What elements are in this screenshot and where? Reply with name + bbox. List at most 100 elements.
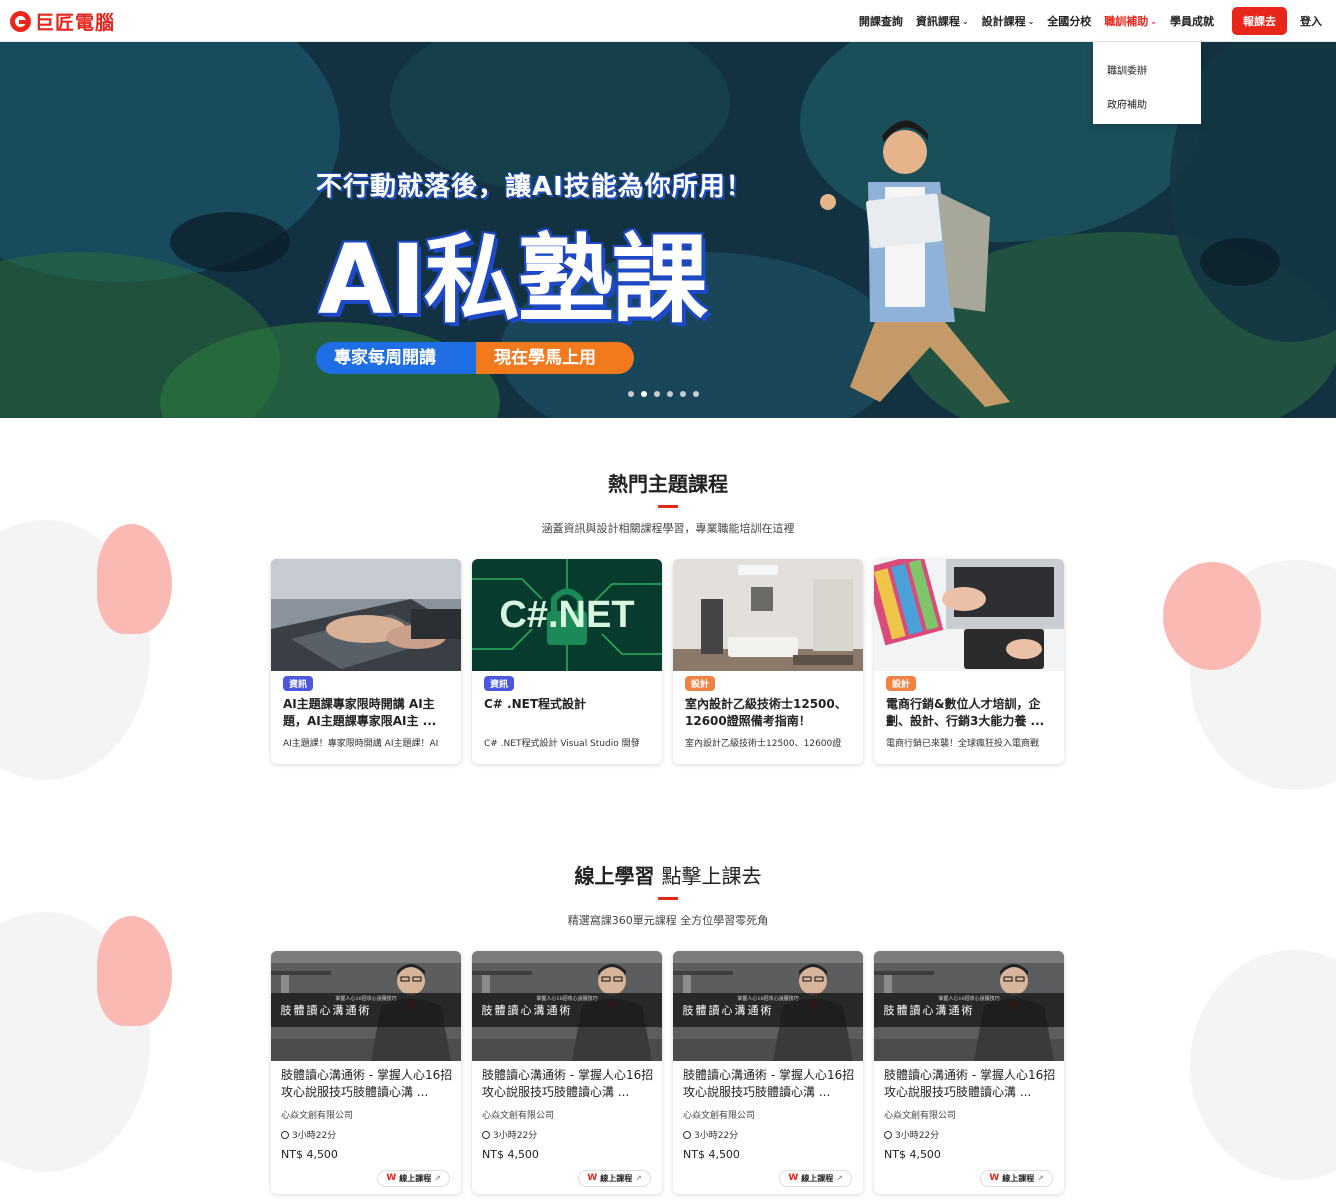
course-card[interactable]: C#.NET 資訊 C# .NET程式設計 C# .NET程式設計 Visual… <box>472 559 662 764</box>
online-course-button[interactable]: W 線上課程 ↗ <box>980 1170 1053 1187</box>
course-image-laptop-typing <box>271 559 461 671</box>
course-company: 心焱文創有限公司 <box>482 1111 555 1121</box>
site-header: 巨匠電腦 開課查詢 資訊課程 ⌄ 設計課程 ⌄ 全國分校 職訓補助 ⌄ 學員成就 報課… <box>0 0 1336 42</box>
thumbnail-title: 肢體讀心溝通術 <box>481 1004 573 1017</box>
course-duration: 3小時22分 <box>683 1128 738 1141</box>
dropdown-item-commissioned-training[interactable]: 職訓委辦 <box>1107 62 1187 96</box>
hero-subtitle: 不行動就落後，讓AI技能為你所用！ <box>316 172 753 202</box>
carousel-dot[interactable] <box>628 391 634 397</box>
course-title: 電商行銷&數位人才培訓，企劃、設計、行銷3大能力養 ... <box>886 697 1045 728</box>
enroll-button[interactable]: 報課去 <box>1232 7 1287 35</box>
nav-design-courses[interactable]: 設計課程 ⌄ <box>982 13 1035 29</box>
carousel-dot[interactable] <box>693 391 699 397</box>
thumbnail-subtitle: 掌握人心16招攻心說服技巧 <box>536 996 598 1002</box>
course-duration: 3小時22分 <box>482 1128 537 1141</box>
course-thumbnail: 掌握人心16招攻心說服技巧 肢體讀心溝通術 <box>874 951 1064 1061</box>
nav-course-search[interactable]: 開課查詢 <box>859 13 903 29</box>
online-title-light: 點擊上課去 <box>661 864 762 888</box>
category-tag: 設計 <box>886 676 917 691</box>
thumbnail-title: 肢體讀心溝通術 <box>280 1004 372 1017</box>
course-description: C# .NET程式設計 Visual Studio 開發 <box>484 739 640 749</box>
course-price: NT$ 4,500 <box>884 1148 941 1161</box>
course-title: 肢體讀心溝通術 - 掌握人心16招攻心說服技巧肢體讀心溝 ... <box>281 1068 453 1099</box>
image-text-csharp: C#.NET <box>499 594 634 636</box>
course-title: 室內設計乙級技術士12500、12600證照備考指南！ <box>685 697 847 728</box>
hot-section-title: 熱門主題課程 <box>608 472 728 496</box>
chevron-down-icon: ⌄ <box>961 16 969 26</box>
category-tag: 設計 <box>685 676 716 691</box>
external-link-icon: ↗ <box>1037 1174 1044 1183</box>
course-duration: 3小時22分 <box>281 1128 336 1141</box>
online-course-cards: 掌握人心16招攻心說服技巧 肢體讀心溝通術 肢體讀心溝通術 - 掌握人心16招攻… <box>271 951 1064 1194</box>
nav-training-subsidy[interactable]: 職訓補助 ⌄ <box>1104 13 1157 29</box>
clock-icon <box>482 1130 490 1139</box>
decor-pink-blob <box>97 524 172 634</box>
course-company: 心焱文創有限公司 <box>884 1111 957 1121</box>
course-thumbnail: 掌握人心16招攻心說服技巧 肢體讀心溝通術 <box>673 951 863 1061</box>
decor-pink-blob <box>97 916 172 1026</box>
online-title-bold: 線上學習 <box>574 864 655 888</box>
online-course-button[interactable]: W 線上課程 ↗ <box>779 1170 852 1187</box>
course-card[interactable]: 資訊 AI主題課專家限時開講 AI主題，AI主題課專家限AI主 ... AI主題… <box>271 559 461 764</box>
course-company: 心焱文創有限公司 <box>683 1111 756 1121</box>
dropdown-item-government-subsidy[interactable]: 政府補助 <box>1107 96 1187 130</box>
external-link-icon: ↗ <box>836 1174 843 1183</box>
external-link-icon: ↗ <box>635 1174 642 1183</box>
carousel-dot[interactable] <box>641 391 647 397</box>
course-title: 肢體讀心溝通術 - 掌握人心16招攻心說服技巧肢體讀心溝 ... <box>884 1068 1056 1099</box>
nav-student-achievements[interactable]: 學員成就 <box>1170 13 1214 29</box>
thumbnail-title: 肢體讀心溝通術 <box>682 1004 774 1017</box>
hero-pill-learn-now: 現在學馬上用 <box>476 342 634 374</box>
clock-icon <box>884 1130 892 1139</box>
course-company: 心焱文創有限公司 <box>281 1111 354 1121</box>
category-tag: 資訊 <box>283 676 314 691</box>
course-price: NT$ 4,500 <box>482 1148 539 1161</box>
carousel-dot[interactable] <box>654 391 660 397</box>
online-course-button[interactable]: W 線上課程 ↗ <box>377 1170 450 1187</box>
nav-it-courses[interactable]: 資訊課程 ⌄ <box>916 13 969 29</box>
carousel-dot[interactable] <box>667 391 673 397</box>
carousel-dot[interactable] <box>680 391 686 397</box>
course-description: 電商行銷已來襲！全球瘋狂投入電商戰 <box>886 739 1040 749</box>
brand-w-icon: W <box>788 1173 799 1183</box>
thumbnail-title: 肢體讀心溝通術 <box>883 1004 975 1017</box>
online-course-card[interactable]: 掌握人心16招攻心說服技巧 肢體讀心溝通術 肢體讀心溝通術 - 掌握人心16招攻… <box>271 951 461 1194</box>
course-thumbnail: 掌握人心16招攻心說服技巧 肢體讀心溝通術 <box>472 951 662 1061</box>
external-link-icon: ↗ <box>434 1174 441 1183</box>
hot-course-cards: 資訊 AI主題課專家限時開講 AI主題，AI主題課專家限AI主 ... AI主題… <box>271 559 1064 764</box>
login-link[interactable]: 登入 <box>1300 13 1322 29</box>
decor-pink-blob <box>1163 562 1261 670</box>
chevron-down-icon: ⌄ <box>1027 16 1035 26</box>
logo-icon <box>10 10 31 32</box>
course-image-interior <box>673 559 863 671</box>
course-duration: 3小時22分 <box>884 1128 939 1141</box>
thumbnail-subtitle: 掌握人心16招攻心說服技巧 <box>737 996 799 1002</box>
site-logo[interactable]: 巨匠電腦 <box>10 8 115 34</box>
online-course-card[interactable]: 掌握人心16招攻心說服技巧 肢體讀心溝通術 肢體讀心溝通術 - 掌握人心16招攻… <box>874 951 1064 1194</box>
clock-icon <box>281 1130 289 1139</box>
course-description: 室內設計乙級技術士12500、12600證 <box>685 739 842 749</box>
course-title: C# .NET程式設計 <box>484 697 587 711</box>
thumbnail-subtitle: 掌握人心16招攻心說服技巧 <box>938 996 1000 1002</box>
brand-w-icon: W <box>989 1173 1000 1183</box>
course-card[interactable]: 設計 電商行銷&數位人才培訓，企劃、設計、行銷3大能力養 ... 電商行銷已來襲… <box>874 559 1064 764</box>
course-price: NT$ 4,500 <box>281 1148 338 1161</box>
course-thumbnail: 掌握人心16招攻心說服技巧 肢體讀心溝通術 <box>271 951 461 1061</box>
training-subsidy-dropdown: 職訓委辦 政府補助 <box>1093 42 1201 124</box>
hot-section-subtitle: 涵蓋資訊與設計相關課程學習，專業職能培訓在這裡 <box>541 522 795 535</box>
brand-w-icon: W <box>587 1173 598 1183</box>
hero-pill-weekly: 專家每周開講 <box>316 342 480 374</box>
logo-text: 巨匠電腦 <box>35 11 116 34</box>
nav-branches[interactable]: 全國分校 <box>1047 13 1091 29</box>
online-course-card[interactable]: 掌握人心16招攻心說服技巧 肢體讀心溝通術 肢體讀心溝通術 - 掌握人心16招攻… <box>472 951 662 1194</box>
course-card[interactable]: 設計 室內設計乙級技術士12500、12600證照備考指南！ 室內設計乙級技術士… <box>673 559 863 764</box>
decor-grey-blob <box>1190 950 1336 1180</box>
hero-title: AI私塾課 <box>318 224 708 336</box>
brand-w-icon: W <box>386 1173 397 1183</box>
online-course-button[interactable]: W 線上課程 ↗ <box>578 1170 651 1187</box>
main-nav: 開課查詢 資訊課程 ⌄ 設計課程 ⌄ 全國分校 職訓補助 ⌄ 學員成就 報課去 登入 <box>846 0 1322 42</box>
chevron-down-icon: ⌄ <box>1150 16 1157 26</box>
online-course-card[interactable]: 掌握人心16招攻心說服技巧 肢體讀心溝通術 肢體讀心溝通術 - 掌握人心16招攻… <box>673 951 863 1194</box>
category-tag: 資訊 <box>484 676 515 691</box>
online-section-subtitle: 精選窩課360單元課程 全方位學習零死角 <box>567 914 769 927</box>
